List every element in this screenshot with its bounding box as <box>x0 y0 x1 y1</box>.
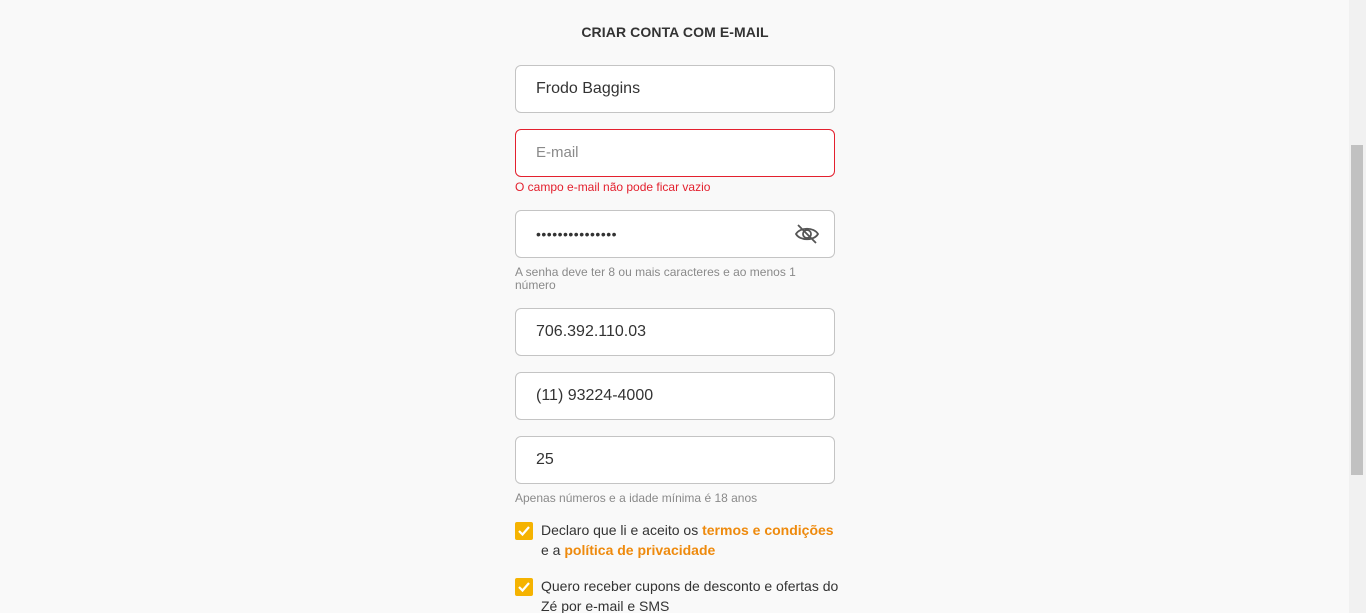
email-error-message: O campo e-mail não pode ficar vazio <box>515 180 711 194</box>
email-input[interactable] <box>536 130 796 176</box>
phone-input[interactable] <box>536 373 796 419</box>
cpf-input[interactable] <box>536 309 796 355</box>
phone-field[interactable] <box>515 372 835 420</box>
offers-text: Quero receber cupons de desconto e ofert… <box>541 578 839 613</box>
cpf-field[interactable] <box>515 308 835 356</box>
age-field[interactable] <box>515 436 835 484</box>
offers-checkbox[interactable] <box>515 578 533 596</box>
checkmark-icon <box>518 582 530 593</box>
password-hint: A senha deve ter 8 ou mais caracteres e … <box>515 265 796 292</box>
terms-text-middle: e a <box>541 542 565 558</box>
name-input[interactable] <box>536 66 796 112</box>
page: CRIAR CONTA COM E-MAIL O campo e-mail nã… <box>0 0 1366 613</box>
name-field[interactable] <box>515 65 835 113</box>
age-hint: Apenas números e a idade mínima é 18 ano… <box>515 491 758 505</box>
scrollbar-thumb[interactable] <box>1351 145 1363 475</box>
terms-checkbox[interactable] <box>515 522 533 540</box>
privacy-link[interactable]: política de privacidade <box>564 542 715 558</box>
page-title: CRIAR CONTA COM E-MAIL <box>581 24 769 40</box>
terms-text-before: Declaro que li e aceito os <box>541 522 703 538</box>
eye-off-icon[interactable] <box>794 223 820 245</box>
page-scrollbar[interactable] <box>1349 0 1366 613</box>
password-input[interactable] <box>536 211 796 257</box>
age-input[interactable] <box>536 437 796 483</box>
terms-link[interactable]: termos e condições <box>702 522 834 538</box>
password-field[interactable] <box>515 210 835 258</box>
email-field[interactable] <box>515 129 835 177</box>
checkmark-icon <box>518 526 530 537</box>
terms-text: Declaro que li e aceito os termos e cond… <box>541 520 841 560</box>
